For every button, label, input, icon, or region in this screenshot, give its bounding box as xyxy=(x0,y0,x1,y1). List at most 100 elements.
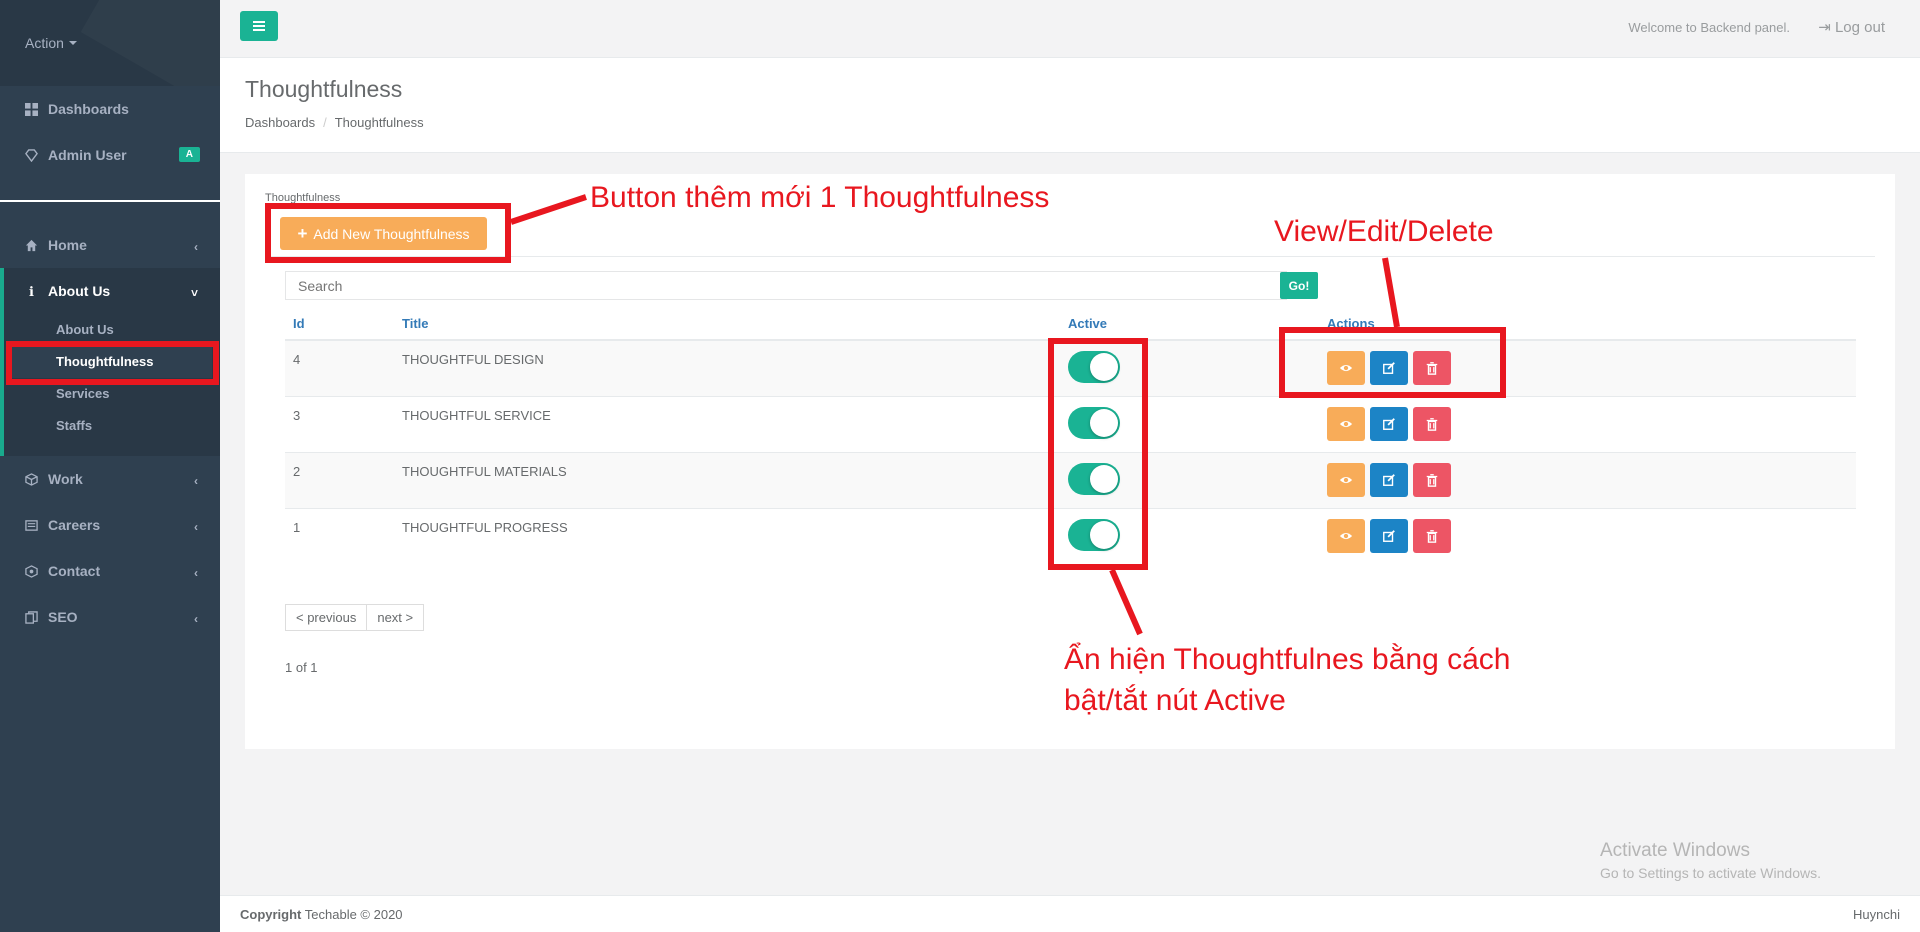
column-header-active[interactable]: Active xyxy=(1068,316,1107,331)
edit-button[interactable] xyxy=(1370,407,1408,441)
sidebar-item-label: Careers xyxy=(48,517,101,533)
previous-page-button[interactable]: < previous xyxy=(285,604,368,631)
chevron-down-icon: ˅ xyxy=(190,286,198,300)
sidebar-item-contact[interactable]: Contact ‹ xyxy=(0,548,220,594)
view-button[interactable] xyxy=(1327,519,1365,553)
breadcrumb-current: Thoughtfulness xyxy=(334,115,424,130)
eye-icon xyxy=(1339,420,1353,428)
copyright-text: Techable © 2020 xyxy=(304,907,403,922)
subitem-staffs[interactable]: Staffs xyxy=(4,410,220,456)
windows-activation-watermark: Activate Windows Go to Settings to activ… xyxy=(1600,840,1821,881)
view-button[interactable] xyxy=(1327,407,1365,441)
trash-icon xyxy=(1426,418,1438,431)
sidebar-item-label: Contact xyxy=(48,563,101,579)
logout-label: Log out xyxy=(1834,19,1885,36)
sidebar: Action Dashboards Admin User A Home ‹ ℹ … xyxy=(0,0,220,932)
newspaper-icon xyxy=(25,519,38,531)
eye-icon xyxy=(1339,476,1353,484)
caret-down-icon xyxy=(68,41,77,45)
sign-out-icon: ⇥ xyxy=(1818,19,1835,36)
topbar: Welcome to Backend panel. ⇥ Log out xyxy=(220,0,1920,58)
copyright-label: Copyright xyxy=(240,907,302,922)
sidebar-item-work[interactable]: Work ‹ xyxy=(0,456,220,502)
pagination: < previous next > xyxy=(285,604,425,631)
view-button[interactable] xyxy=(1327,463,1365,497)
sidebar-item-label: About Us xyxy=(48,283,111,299)
annotation-active: Ẩn hiện Thoughtfulnes bằng cách bật/tắt … xyxy=(1064,640,1510,721)
edit-icon xyxy=(1383,530,1395,542)
sidebar-item-about-us[interactable]: ℹ About Us ˅ xyxy=(4,268,220,314)
eye-icon xyxy=(1339,532,1353,540)
copy-icon xyxy=(25,610,38,624)
user-badge: A xyxy=(178,147,200,162)
profile-dropdown[interactable]: Action xyxy=(0,0,220,86)
chevron-left-icon: ‹ xyxy=(194,474,198,488)
cube-icon xyxy=(25,472,38,486)
chevron-left-icon: ‹ xyxy=(194,240,198,254)
sidebar-item-careers[interactable]: Careers ‹ xyxy=(0,502,220,548)
annotation-add-button: Button thêm mới 1 Thoughtfulness xyxy=(590,181,1050,214)
sidebar-item-seo[interactable]: SEO ‹ xyxy=(0,594,220,640)
cell-id: 4 xyxy=(293,352,301,367)
cell-id: 2 xyxy=(293,464,301,479)
sidebar-divider xyxy=(0,200,220,202)
footer-author: Huynchi xyxy=(1853,907,1900,922)
watermark-title: Activate Windows xyxy=(1600,840,1750,861)
breadcrumb-link-dashboards[interactable]: Dashboards xyxy=(245,115,315,130)
breadcrumb: Dashboards / Thoughtfulness xyxy=(245,115,424,130)
home-icon xyxy=(25,239,38,251)
cell-title: THOUGHTFUL DESIGN xyxy=(402,352,544,367)
page-title: Thoughtfulness xyxy=(245,76,403,102)
annotation-active-line2: bật/tắt nút Active xyxy=(1064,683,1286,717)
next-page-button[interactable]: next > xyxy=(367,604,425,631)
cell-id: 1 xyxy=(293,520,301,535)
delete-button[interactable] xyxy=(1413,519,1451,553)
cell-title: THOUGHTFUL MATERIALS xyxy=(402,464,567,479)
highlight-actions xyxy=(1279,327,1506,398)
footer-copyright: Copyright Techable © 2020 xyxy=(240,907,403,922)
cell-title: THOUGHTFUL SERVICE xyxy=(402,408,551,423)
sidebar-item-dashboards[interactable]: Dashboards xyxy=(0,86,220,132)
chevron-left-icon: ‹ xyxy=(194,612,198,626)
breadcrumb-separator: / xyxy=(323,115,327,130)
highlight-sidebar-thoughtfulness xyxy=(6,341,219,385)
search-input[interactable] xyxy=(285,271,1287,300)
logout-link[interactable]: ⇥ Log out xyxy=(1818,18,1885,36)
diamond-icon xyxy=(25,148,38,162)
hamburger-icon xyxy=(253,25,265,27)
edit-button[interactable] xyxy=(1370,463,1408,497)
edit-button[interactable] xyxy=(1370,519,1408,553)
trash-icon xyxy=(1426,530,1438,543)
watermark-subtitle: Go to Settings to activate Windows. xyxy=(1600,865,1821,881)
welcome-text: Welcome to Backend panel. xyxy=(1628,20,1790,35)
highlight-add-button xyxy=(265,203,511,263)
page-info: 1 of 1 xyxy=(285,660,318,675)
column-header-title[interactable]: Title xyxy=(402,316,429,331)
grid-icon xyxy=(25,102,38,116)
cell-title: THOUGHTFUL PROGRESS xyxy=(402,520,568,535)
go-button[interactable]: Go! xyxy=(1280,272,1318,299)
annotation-active-line1: Ẩn hiện Thoughtfulnes bằng cách xyxy=(1064,643,1511,676)
sidebar-item-label: Admin User xyxy=(48,147,127,163)
sidebar-item-label: SEO xyxy=(48,609,78,625)
cubes-icon xyxy=(25,564,38,578)
page-heading: Thoughtfulness Dashboards / Thoughtfulness xyxy=(220,58,1920,153)
annotation-actions: View/Edit/Delete xyxy=(1274,215,1494,248)
sidebar-item-label: Home xyxy=(48,237,87,253)
chevron-left-icon: ‹ xyxy=(194,520,198,534)
sidebar-item-label: Work xyxy=(48,471,83,487)
chevron-left-icon: ‹ xyxy=(194,566,198,580)
info-icon: ℹ xyxy=(29,283,34,299)
column-header-id[interactable]: Id xyxy=(293,316,305,331)
profile-label: Action xyxy=(25,35,64,51)
sidebar-item-home[interactable]: Home ‹ xyxy=(0,222,220,268)
cell-id: 3 xyxy=(293,408,301,423)
edit-icon xyxy=(1383,418,1395,430)
footer: Copyright Techable © 2020 Huynchi xyxy=(220,895,1920,932)
delete-button[interactable] xyxy=(1413,463,1451,497)
sidebar-item-admin-user[interactable]: Admin User A xyxy=(0,132,220,178)
trash-icon xyxy=(1426,474,1438,487)
highlight-active-column xyxy=(1048,338,1148,570)
menu-toggle-button[interactable] xyxy=(240,11,278,41)
delete-button[interactable] xyxy=(1413,407,1451,441)
